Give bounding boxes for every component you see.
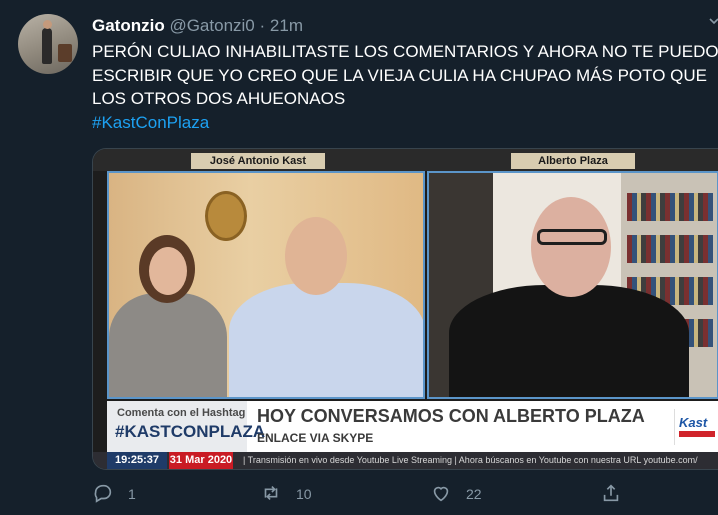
tweet-media[interactable]: José Antonio Kast Alberto Plaza Comenta … (92, 148, 718, 470)
user-handle[interactable]: @Gatonzi0 (169, 16, 254, 35)
hashtag-link[interactable]: #KastConPlaza (92, 111, 718, 135)
person-man (229, 283, 423, 397)
wall-painting (205, 191, 247, 241)
tweet-time[interactable]: 21m (270, 16, 303, 35)
person-man-head (285, 217, 347, 295)
ticker-text: | Transmisión en vivo desde Youtube Live… (243, 455, 698, 465)
reply-icon (92, 482, 114, 507)
tweet-text: PERÓN CULIAO INHABILITASTE LOS COMENTARI… (92, 40, 718, 134)
tweet-text-line: PERÓN CULIAO INHABILITASTE LOS COMENTARI… (92, 42, 718, 61)
broadcast-headline: HOY CONVERSAMOS CON ALBERTO PLAZA (257, 406, 645, 426)
broadcast-subheadline: ENLACE VIA SKYPE (257, 431, 374, 445)
left-pane-label: José Antonio Kast (191, 153, 325, 169)
lower-third: Comenta con el Hashtag #KASTCONPLAZA HOY… (107, 401, 718, 453)
broadcast-date: 31 Mar 2020 (169, 452, 233, 469)
retweet-count: 10 (296, 486, 312, 502)
retweet-button[interactable]: 10 (260, 482, 312, 506)
channel-logo: Kast (674, 409, 718, 445)
hashtag-banner: #KASTCONPLAZA (115, 422, 266, 441)
chevron-down-icon[interactable] (708, 14, 718, 25)
retweet-icon (260, 482, 282, 507)
avatar[interactable] (18, 14, 78, 74)
reply-count: 1 (128, 486, 136, 502)
channel-logo-text: Kast (679, 415, 708, 430)
hashtag-box: Comenta con el Hashtag #KASTCONPLAZA (107, 401, 265, 453)
avatar-head (43, 20, 52, 29)
video-pane-left (107, 171, 425, 399)
hashtag-caption: Comenta con el Hashtag (117, 407, 246, 419)
avatar-figure (42, 28, 52, 64)
person-woman-face (149, 247, 187, 295)
share-icon (600, 482, 622, 507)
book-row (627, 235, 713, 263)
glasses (537, 229, 607, 245)
avatar-chair (58, 44, 72, 62)
tweet-header: Gatonzio @Gatonzi0 · 21m (92, 16, 303, 36)
like-button[interactable]: 22 (430, 482, 482, 506)
channel-logo-bar (679, 431, 715, 437)
heart-icon (430, 482, 452, 507)
display-name[interactable]: Gatonzio (92, 16, 165, 35)
book-row (627, 193, 713, 221)
tweet-actions: 1 10 22 (92, 482, 718, 506)
tweet-text-line: ESCRIBIR QUE YO CREO QUE LA VIEJA CULIA … (92, 65, 707, 85)
reply-button[interactable]: 1 (92, 482, 136, 506)
video-pane-right (427, 171, 718, 399)
right-pane-label: Alberto Plaza (511, 153, 635, 169)
person-plaza-head (531, 197, 611, 297)
broadcast-clock: 19:25:37 (107, 452, 167, 469)
share-button[interactable] (600, 482, 622, 506)
tweet-text-line: LOS OTROS DOS AHUEONAOS (92, 89, 346, 108)
news-ticker: 19:25:37 31 Mar 2020 | Transmisión en vi… (93, 452, 718, 469)
person-plaza (449, 285, 689, 397)
separator-dot: · (259, 16, 266, 35)
like-count: 22 (466, 486, 482, 502)
person-woman (109, 293, 227, 397)
